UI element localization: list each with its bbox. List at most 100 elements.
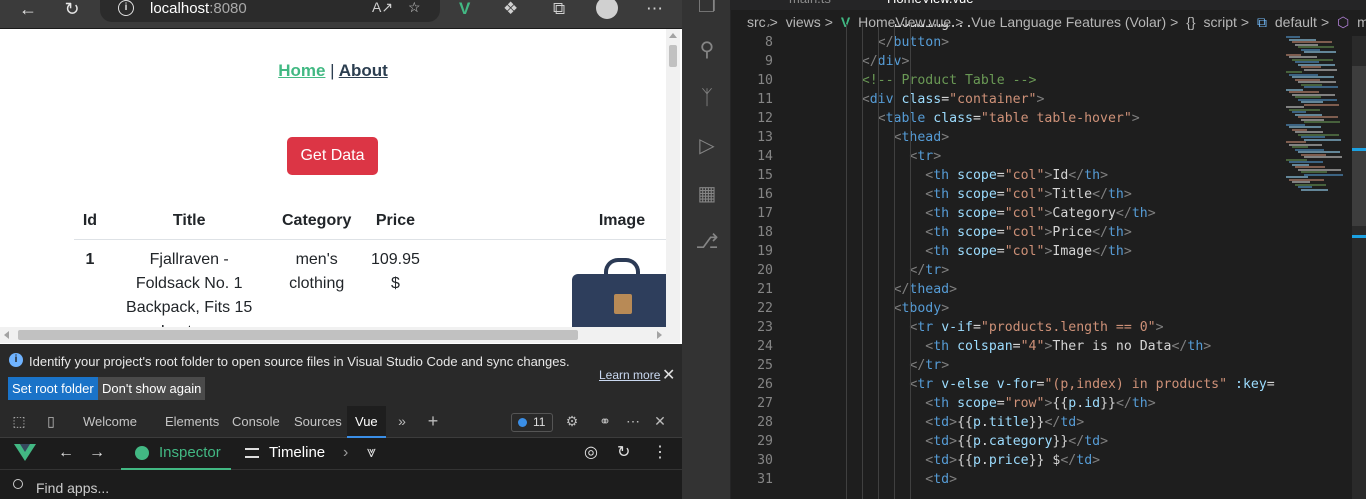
code-text: <table class="table table-hover">: [877, 111, 1140, 126]
tab-vue[interactable]: Vue: [347, 406, 386, 438]
find-apps-bar[interactable]: Find apps...: [0, 470, 682, 499]
top-nav: Home | About: [0, 61, 666, 81]
add-tab-icon[interactable]: +: [424, 412, 442, 430]
code-text: </tr>: [909, 358, 950, 373]
search-icon: [13, 479, 23, 489]
tab-console[interactable]: Console: [232, 406, 280, 438]
code-text: <th scope="col">Id</th>: [925, 168, 1109, 183]
timeline-icon: [245, 448, 259, 459]
extensions-icon[interactable]: ▦: [695, 182, 719, 206]
source-control-icon[interactable]: ᛉ: [695, 86, 719, 110]
vue-extension-icon[interactable]: V: [459, 0, 470, 18]
line-number: 15: [757, 168, 773, 183]
favorite-icon[interactable]: ☆: [408, 0, 421, 16]
explorer-icon[interactable]: ❐: [695, 0, 719, 18]
scroll-thumb[interactable]: [18, 330, 578, 340]
code-text: </tr>: [909, 263, 950, 278]
line-number: 14: [757, 149, 773, 164]
more-tabs-icon[interactable]: »: [393, 413, 411, 429]
line-number: 8: [765, 35, 773, 50]
learn-more-link[interactable]: Learn more: [599, 368, 660, 382]
breadcrumb-default[interactable]: default: [1275, 14, 1317, 30]
url-text: localhost:8080: [150, 0, 247, 17]
scroll-thumb[interactable]: [669, 45, 677, 67]
bookmark-icon[interactable]: ⎇: [695, 230, 719, 254]
browser-window: ← ↻ i localhost:8080 A↗ ☆ V ❖ ⧉ ⋯ Home |…: [0, 0, 682, 499]
issue-count: 11: [533, 415, 546, 429]
code-text: <th scope="row">{{p.id}}</th>: [925, 396, 1156, 411]
inspect-element-icon[interactable]: ⬚: [10, 413, 28, 429]
forward-arrow-icon[interactable]: →: [89, 444, 105, 462]
scroll-thumb[interactable]: [1352, 66, 1366, 226]
search-icon[interactable]: ⚲: [695, 38, 719, 62]
tab-main-ts[interactable]: main.ts: [789, 0, 831, 9]
address-bar: ← ↻ i localhost:8080 A↗ ☆ V ❖ ⧉ ⋯: [0, 0, 682, 29]
compass-icon: [135, 446, 149, 460]
editor-scrollbar[interactable]: [1352, 36, 1366, 499]
dont-show-again-button[interactable]: Don't show again: [98, 377, 206, 400]
header-title: Title: [172, 211, 206, 229]
tab-timeline[interactable]: Timeline: [245, 438, 325, 470]
back-icon[interactable]: ←: [16, 0, 40, 20]
target-icon[interactable]: ◎: [584, 444, 598, 462]
code-editor[interactable]: 7 Loading...8 </button>9 </div>10 <!-- P…: [731, 24, 1276, 499]
more-menu-icon[interactable]: ⋯: [646, 0, 663, 18]
chevron-right-icon[interactable]: ›: [343, 444, 348, 462]
read-aloud-icon[interactable]: A↗: [372, 0, 393, 16]
minimap-line: [1304, 86, 1338, 88]
more-options-icon[interactable]: ⋯: [624, 413, 642, 429]
table-header-row: Id Title Category Price Image: [74, 203, 674, 239]
breadcrumb-mounted[interactable]: mounted: [1357, 14, 1366, 30]
line-number: 27: [757, 396, 773, 411]
issues-badge[interactable]: 11: [511, 413, 553, 432]
close-icon[interactable]: ✕: [662, 365, 675, 385]
issue-icon: [518, 418, 527, 427]
product-image: [570, 257, 674, 338]
activity-bar: ❐ ⚲ ᛉ ▷ ▦ ⎇: [682, 0, 730, 499]
line-number: 7: [731, 24, 773, 33]
nav-home-link[interactable]: Home: [278, 61, 325, 80]
minimap-line: [1304, 68, 1337, 71]
horizontal-scrollbar[interactable]: [0, 327, 666, 343]
graph-icon[interactable]: ⩔: [367, 444, 376, 462]
close-devtools-icon[interactable]: ✕: [651, 413, 669, 429]
vscode-window: ❐ ⚲ ᛉ ▷ ▦ ⎇ main.ts HomeView.vue src> vi…: [682, 0, 1366, 499]
nav-about-link[interactable]: About: [339, 61, 388, 80]
scroll-marker: [1352, 235, 1366, 238]
extensions-icon[interactable]: ❖: [503, 0, 518, 18]
more-vertical-icon[interactable]: ⋮: [652, 444, 668, 462]
refresh-icon[interactable]: ↻: [617, 444, 630, 462]
set-root-folder-button[interactable]: Set root folder: [8, 377, 98, 400]
tab-sources[interactable]: Sources: [294, 406, 342, 438]
line-number: 19: [757, 244, 773, 259]
device-toolbar-icon[interactable]: ▯: [42, 413, 60, 429]
header-image: Image: [598, 211, 646, 229]
code-text: <th scope="col">Price</th>: [925, 225, 1132, 240]
minimap[interactable]: [1286, 36, 1350, 196]
collections-icon[interactable]: ⧉: [553, 0, 565, 18]
line-number: 16: [757, 187, 773, 202]
code-text: </div>: [861, 54, 910, 69]
customize-icon[interactable]: ⚭: [596, 413, 614, 429]
vertical-scrollbar[interactable]: [666, 29, 680, 343]
tab-elements[interactable]: Elements: [165, 406, 219, 438]
code-text: <td>{{p.category}}</td>: [925, 434, 1109, 449]
tab-inspector[interactable]: Inspector: [121, 438, 231, 470]
timeline-label: Timeline: [269, 444, 326, 461]
get-data-button[interactable]: Get Data: [287, 137, 378, 175]
line-number: 31: [757, 472, 773, 487]
line-number: 11: [757, 92, 773, 107]
find-apps-input[interactable]: Find apps...: [36, 480, 109, 496]
settings-gear-icon[interactable]: ⚙: [563, 413, 581, 429]
tab-homeview[interactable]: HomeView.vue: [887, 0, 973, 9]
line-number: 23: [757, 320, 773, 335]
profile-avatar-icon[interactable]: [596, 0, 618, 19]
url-field[interactable]: i localhost:8080 A↗ ☆: [100, 0, 440, 22]
site-info-icon[interactable]: i: [118, 0, 134, 16]
code-text: <th scope="col">Category</th>: [925, 206, 1156, 221]
back-arrow-icon[interactable]: ←: [58, 444, 74, 462]
run-debug-icon[interactable]: ▷: [695, 134, 719, 158]
tab-welcome[interactable]: Welcome: [83, 406, 137, 438]
refresh-icon[interactable]: ↻: [60, 0, 84, 20]
code-text: <td>{{p.title}}</td>: [925, 415, 1085, 430]
